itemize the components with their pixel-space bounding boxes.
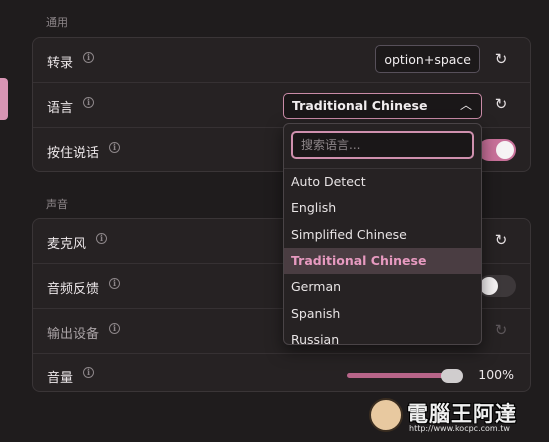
info-icon[interactable]: i [96,233,107,244]
audio-feedback-toggle[interactable] [478,275,516,297]
section-title-sound: 声音 [46,198,68,211]
transcribe-label: 转录 [47,56,74,71]
info-icon[interactable]: i [83,367,94,378]
toggle-knob [480,277,498,295]
mascot-face-icon [369,398,403,432]
volume-value: 100% [478,367,514,382]
language-option[interactable]: English [284,195,481,221]
language-label: 语言 [47,101,74,116]
microphone-label: 麦克风 [47,237,87,252]
info-icon[interactable]: i [83,97,94,108]
language-search-input[interactable] [291,131,474,159]
reset-icon[interactable]: ↻ [492,231,510,249]
reset-icon[interactable]: ↻ [492,50,510,68]
info-icon[interactable]: i [83,52,94,63]
volume-label: 音量 [47,371,74,386]
reset-icon[interactable]: ↻ [492,95,510,113]
volume-slider-thumb[interactable] [441,369,463,383]
language-option[interactable]: Traditional Chinese [284,247,481,274]
chevron-up-icon: ︿ [459,98,472,112]
info-icon[interactable]: i [109,142,120,153]
sidebar-active-indicator [0,78,8,120]
language-row: 语言 i Traditional Chinese ︿ ↻ [33,83,530,128]
toggle-knob [496,141,514,159]
transcribe-row: 转录 i option+space ↻ [33,38,530,83]
reset-icon: ↻ [494,321,508,339]
language-option[interactable]: Russian [284,327,481,344]
language-option[interactable]: German [284,274,481,300]
language-select[interactable]: Traditional Chinese ︿ [283,93,482,119]
info-icon[interactable]: i [109,278,120,289]
push-to-talk-label: 按住说话 [47,146,100,161]
audio-feedback-label: 音频反馈 [47,282,100,297]
language-select-value: Traditional Chinese [292,98,428,113]
section-title-general: 通用 [46,16,68,29]
info-icon[interactable]: i [109,323,120,334]
language-option[interactable]: Spanish [284,301,481,327]
watermark-url: http://www.kocpc.com.tw [409,424,510,433]
language-option[interactable]: Auto Detect [284,169,481,195]
language-dropdown: Auto DetectEnglishSimplified ChineseTrad… [283,123,482,345]
language-search-area [284,124,481,169]
language-option[interactable]: Simplified Chinese [284,222,481,248]
watermark: 電腦王阿達 http://www.kocpc.com.tw [369,396,539,438]
volume-slider[interactable] [347,369,463,383]
volume-row: 音量 i 100% [33,353,530,391]
transcribe-hotkey-button[interactable]: option+space [375,45,480,73]
push-to-talk-toggle[interactable] [478,139,516,161]
output-device-label: 输出设备 [47,327,100,342]
